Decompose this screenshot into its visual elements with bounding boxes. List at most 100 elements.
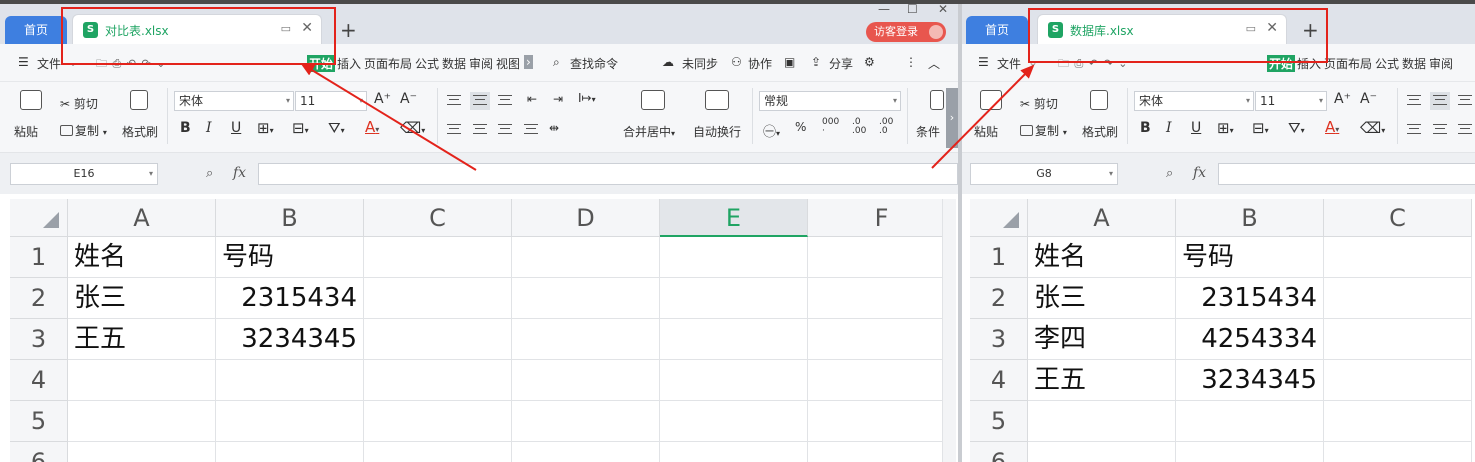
font-name-select[interactable]: 宋体 ▾ <box>174 91 294 111</box>
cell-a6[interactable] <box>1028 442 1176 462</box>
cell-a3[interactable]: 王五 <box>68 319 216 360</box>
cell-b6[interactable] <box>1176 442 1324 462</box>
align-right-icon[interactable] <box>498 123 512 137</box>
cell-b1[interactable]: 号码 <box>216 237 364 278</box>
text-direction-icon[interactable]: I↦▾ <box>578 91 596 105</box>
hamburger-icon[interactable]: ☰ <box>978 55 989 69</box>
decrease-decimal-icon[interactable]: .00.0 <box>879 118 893 136</box>
cell-c2[interactable] <box>364 278 512 319</box>
menu-page-layout[interactable]: 页面布局 <box>364 55 412 72</box>
cell-a3[interactable]: 李四 <box>1028 319 1176 360</box>
menu-more-arrow-icon[interactable]: › <box>524 55 533 69</box>
align-middle-icon[interactable] <box>1430 92 1450 110</box>
collapse-ribbon-icon[interactable]: ︿ <box>928 55 940 72</box>
row-header-1[interactable]: 1 <box>970 237 1028 278</box>
select-all-corner[interactable] <box>970 199 1028 237</box>
cell-c5[interactable] <box>364 401 512 442</box>
cell-a2[interactable]: 张三 <box>1028 278 1176 319</box>
cell-c3[interactable] <box>364 319 512 360</box>
cell-f5[interactable] <box>808 401 956 442</box>
cell-b3[interactable]: 3234345 <box>216 319 364 360</box>
row-header-2[interactable]: 2 <box>970 278 1028 319</box>
font-size-select[interactable]: 11 ▾ <box>1255 91 1327 111</box>
collab-button[interactable]: 协作 <box>748 55 772 72</box>
column-header-a[interactable]: A <box>68 199 216 237</box>
border-icon[interactable]: ⊞▾ <box>257 119 274 137</box>
align-left-icon[interactable] <box>447 123 461 137</box>
vertical-scrollbar[interactable] <box>942 199 956 462</box>
decrease-font-icon[interactable]: A⁻ <box>1360 91 1377 107</box>
cell-c4[interactable] <box>1324 360 1472 401</box>
cell-e3[interactable] <box>660 319 808 360</box>
cell-a1[interactable]: 姓名 <box>1028 237 1176 278</box>
clear-format-icon[interactable]: ⌫▾ <box>400 119 425 137</box>
justify-icon[interactable] <box>524 123 538 137</box>
cell-d6[interactable] <box>512 442 660 462</box>
paste-button[interactable]: 粘贴 <box>14 123 38 140</box>
fx-icon[interactable]: fx <box>1193 165 1206 181</box>
cell-b3[interactable]: 4254334 <box>1176 319 1324 360</box>
cell-d5[interactable] <box>512 401 660 442</box>
increase-font-icon[interactable]: A⁺ <box>374 91 391 107</box>
format-painter-button[interactable]: 格式刷 <box>122 123 158 140</box>
border-icon[interactable]: ⊞▾ <box>1217 119 1234 137</box>
menu-review[interactable]: 审阅 <box>1429 55 1453 72</box>
wrap-text-button[interactable]: 自动换行 <box>693 123 741 140</box>
cell-f6[interactable] <box>808 442 956 462</box>
menu-view[interactable]: 视图 <box>496 55 520 72</box>
ribbon-scroll-right-icon[interactable]: › <box>946 88 958 148</box>
row-header-3[interactable]: 3 <box>10 319 68 360</box>
menu-formula[interactable]: 公式 <box>415 55 439 72</box>
menu-file[interactable]: 文件 <box>997 55 1021 72</box>
merge-center-button[interactable]: 合并居中▾ <box>623 123 675 140</box>
menu-page-layout[interactable]: 页面布局 <box>1324 55 1372 72</box>
name-box[interactable]: G8 ▾ <box>970 163 1118 185</box>
column-header-b[interactable]: B <box>216 199 364 237</box>
menu-insert[interactable]: 插入 <box>337 55 361 72</box>
cell-a4[interactable] <box>68 360 216 401</box>
cell-d4[interactable] <box>512 360 660 401</box>
cell-f1[interactable] <box>808 237 956 278</box>
copy-button[interactable]: 复制 ▾ <box>1020 122 1067 139</box>
cell-f4[interactable] <box>808 360 956 401</box>
cell-b1[interactable]: 号码 <box>1176 237 1324 278</box>
row-header-5[interactable]: 5 <box>10 401 68 442</box>
cell-b2[interactable]: 2315434 <box>1176 278 1324 319</box>
cell-b5[interactable] <box>216 401 364 442</box>
unsynced-status[interactable]: 未同步 <box>682 55 718 72</box>
menu-data[interactable]: 数据 <box>442 55 466 72</box>
cell-d3[interactable] <box>512 319 660 360</box>
font-name-select[interactable]: 宋体 ▾ <box>1134 91 1254 111</box>
cell-a6[interactable] <box>68 442 216 462</box>
cell-e1[interactable] <box>660 237 808 278</box>
align-left-icon[interactable] <box>1407 123 1421 137</box>
share-button[interactable]: 分享 <box>829 55 853 72</box>
align-bottom-icon[interactable] <box>498 94 512 108</box>
row-header-4[interactable]: 4 <box>10 360 68 401</box>
cell-b5[interactable] <box>1176 401 1324 442</box>
column-header-d[interactable]: D <box>512 199 660 237</box>
fill-pattern-icon[interactable]: ⊟▾ <box>1252 119 1269 137</box>
menu-file[interactable]: 文件 <box>37 55 61 72</box>
cell-a1[interactable]: 姓名 <box>68 237 216 278</box>
cell-c3[interactable] <box>1324 319 1472 360</box>
search-command[interactable]: 查找命令 <box>570 55 618 72</box>
distributed-icon[interactable]: ⇹ <box>549 121 559 135</box>
cell-e5[interactable] <box>660 401 808 442</box>
decrease-font-icon[interactable]: A⁻ <box>400 91 417 107</box>
indent-decrease-icon[interactable]: ⇤ <box>527 92 537 106</box>
home-tab[interactable]: 首页 <box>5 16 67 44</box>
bold-icon[interactable]: B <box>1140 120 1151 136</box>
name-box[interactable]: E16 ▾ <box>10 163 158 185</box>
cell-c4[interactable] <box>364 360 512 401</box>
format-painter-icon[interactable] <box>130 90 148 110</box>
cell-a4[interactable]: 王五 <box>1028 360 1176 401</box>
cell-a5[interactable] <box>68 401 216 442</box>
row-header-6[interactable]: 6 <box>10 442 68 462</box>
cell-b6[interactable] <box>216 442 364 462</box>
search-icon[interactable]: ⌕ <box>553 55 560 70</box>
row-header-3[interactable]: 3 <box>970 319 1028 360</box>
menu-data[interactable]: 数据 <box>1402 55 1426 72</box>
align-top-icon[interactable] <box>1407 94 1421 108</box>
copy-button[interactable]: 复制 ▾ <box>60 122 107 139</box>
